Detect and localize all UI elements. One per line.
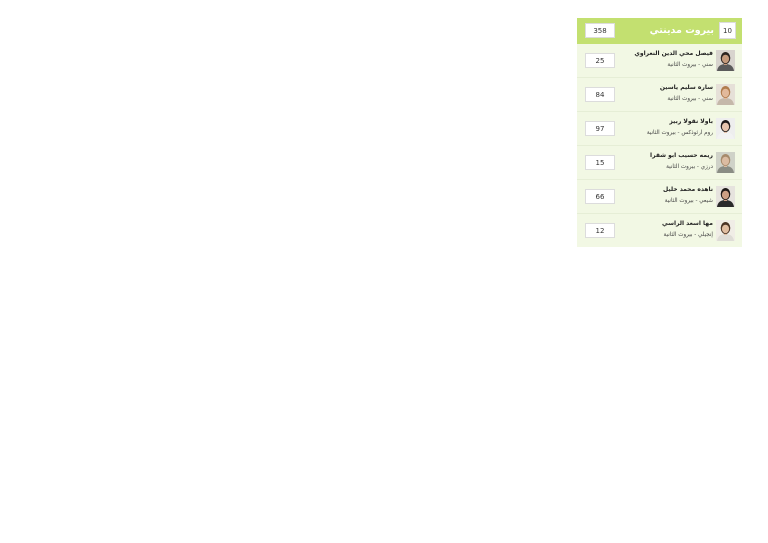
candidate-sect-district: إنجيلي - بيروت الثانية [663, 232, 713, 238]
candidate-sect-district: سني - بيروت الثانية [667, 62, 713, 68]
candidate-row[interactable]: 84 ساره سليم ياسين سني - بيروت الثانية [577, 78, 742, 112]
candidate-votes: 15 [585, 155, 615, 170]
list-header: 358 بيروت مدينتي 10 [577, 18, 742, 44]
candidate-votes: 84 [585, 87, 615, 102]
list-results-panel: 358 بيروت مدينتي 10 25 فيصل محي الدين الن… [577, 18, 742, 247]
candidate-info: ناهده محمد خليل شيعي - بيروت الثانية [663, 185, 713, 207]
candidate-avatar[interactable] [716, 152, 735, 173]
list-name: بيروت مدينتي [649, 25, 714, 36]
candidate-votes: 25 [585, 53, 615, 68]
candidate-row[interactable]: 97 باولا نقولا ربيز روم ارثوذكس - بيروت ال… [577, 112, 742, 146]
candidate-name[interactable]: ناهده محمد خليل [663, 185, 713, 194]
candidate-row[interactable]: 66 ناهده محمد خليل شيعي - بيروت الثانية [577, 180, 742, 214]
candidate-info: باولا نقولا ربيز روم ارثوذكس - بيروت الثا… [647, 117, 713, 139]
candidate-row[interactable]: 25 فيصل محي الدين النعراوي سني - بيروت الث… [577, 44, 742, 78]
candidate-votes: 12 [585, 223, 615, 238]
candidate-row[interactable]: 12 مها اسعد الراسي إنجيلي - بيروت الثانية [577, 214, 742, 247]
candidate-list: 25 فيصل محي الدين النعراوي سني - بيروت الث… [577, 44, 742, 247]
candidate-avatar[interactable] [716, 186, 735, 207]
list-number-badge: 10 [719, 22, 736, 39]
candidate-avatar[interactable] [716, 50, 735, 71]
candidate-sect-district: روم ارثوذكس - بيروت الثانية [646, 130, 713, 136]
candidate-name[interactable]: باولا نقولا ربيز [647, 117, 713, 126]
candidate-info: ساره سليم ياسين سني - بيروت الثانية [660, 83, 713, 105]
candidate-name[interactable]: مها اسعد الراسي [662, 219, 713, 228]
candidate-info: ريمه حسيب ابو شقرا درزي - بيروت الثانية [650, 151, 713, 173]
candidate-name[interactable]: فيصل محي الدين النعراوي [634, 49, 713, 58]
candidate-row[interactable]: 15 ريمه حسيب ابو شقرا درزي - بيروت الثانية [577, 146, 742, 180]
list-total-votes: 358 [585, 23, 615, 38]
candidate-sect-district: سني - بيروت الثانية [667, 96, 713, 102]
candidate-info: فيصل محي الدين النعراوي سني - بيروت الثان… [634, 49, 713, 71]
candidate-votes: 97 [585, 121, 615, 136]
candidate-sect-district: درزي - بيروت الثانية [666, 164, 713, 170]
candidate-info: مها اسعد الراسي إنجيلي - بيروت الثانية [662, 219, 713, 241]
candidate-avatar[interactable] [716, 84, 735, 105]
candidate-avatar[interactable] [716, 220, 735, 241]
candidate-sect-district: شيعي - بيروت الثانية [664, 198, 713, 204]
candidate-name[interactable]: ساره سليم ياسين [660, 83, 713, 92]
candidate-name[interactable]: ريمه حسيب ابو شقرا [650, 151, 713, 160]
candidate-avatar[interactable] [716, 118, 735, 139]
candidate-votes: 66 [585, 189, 615, 204]
